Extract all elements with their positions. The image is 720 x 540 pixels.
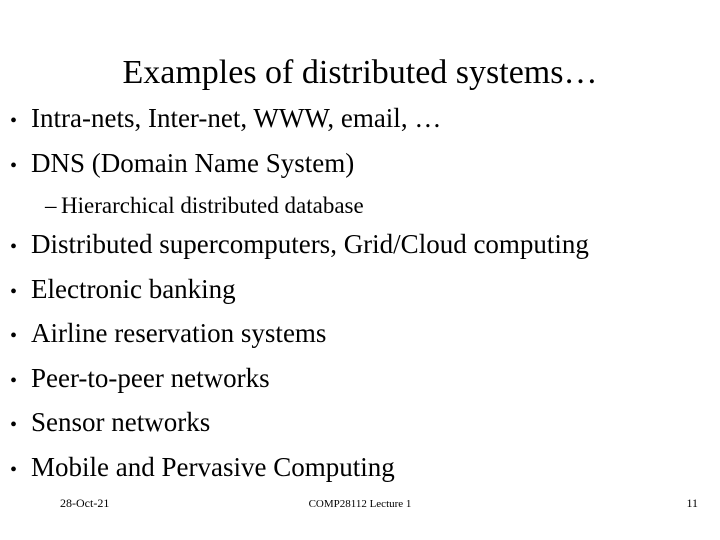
bullet-dot-icon: • [10,325,18,347]
list-item: • DNS (Domain Name System) [8,143,714,188]
bullet-dot-icon: • [10,414,18,436]
bullet-dot-icon: • [10,369,18,392]
list-item-label: DNS (Domain Name System) [31,147,355,178]
list-item: • Distributed supercomputers, Grid/Cloud… [8,224,714,269]
list-item-label: Sensor networks [31,407,211,437]
list-item-label: Intra-nets, Inter-net, WWW, email, … [31,103,442,133]
list-item: • Airline reservation systems [8,313,714,358]
sub-list-item-label: Hierarchical distributed database [61,193,364,218]
bullet-dash-icon: – [45,193,57,218]
list-item-label: Mobile and Pervasive Computing [31,451,395,482]
footer-course-label: COMP28112 Lecture 1 [308,498,412,510]
list-item: • Sensor networks [8,402,714,447]
list-item-label: Peer-to-peer networks [31,362,270,393]
slide-footer: 28-Oct-21 COMP28112 Lecture 1 11 [0,494,720,516]
bullet-dot-icon: • [10,458,18,481]
list-item: • Peer-to-peer networks [8,358,714,403]
bullet-dot-icon: • [10,154,18,177]
list-item: • Electronic banking [8,269,714,314]
bullet-list: • Intra-nets, Inter-net, WWW, email, … •… [8,98,714,491]
sub-list-item: – Hierarchical distributed database [8,187,714,224]
list-item: • Mobile and Pervasive Computing [8,447,714,492]
list-item-label: Distributed supercomputers, Grid/Cloud c… [31,229,589,259]
list-item-label: Electronic banking [31,273,236,304]
bullet-dot-icon: • [10,280,18,303]
page-title: Examples of distributed systems… [122,53,598,91]
list-item: • Intra-nets, Inter-net, WWW, email, … [8,98,714,143]
slide-canvas: Examples of distributed systems… • Intra… [0,0,720,540]
footer-page-number: 11 [686,496,698,510]
bullet-dot-icon: • [10,110,18,132]
list-item-label: Airline reservation systems [31,318,327,348]
bullet-dot-icon: • [10,236,18,258]
